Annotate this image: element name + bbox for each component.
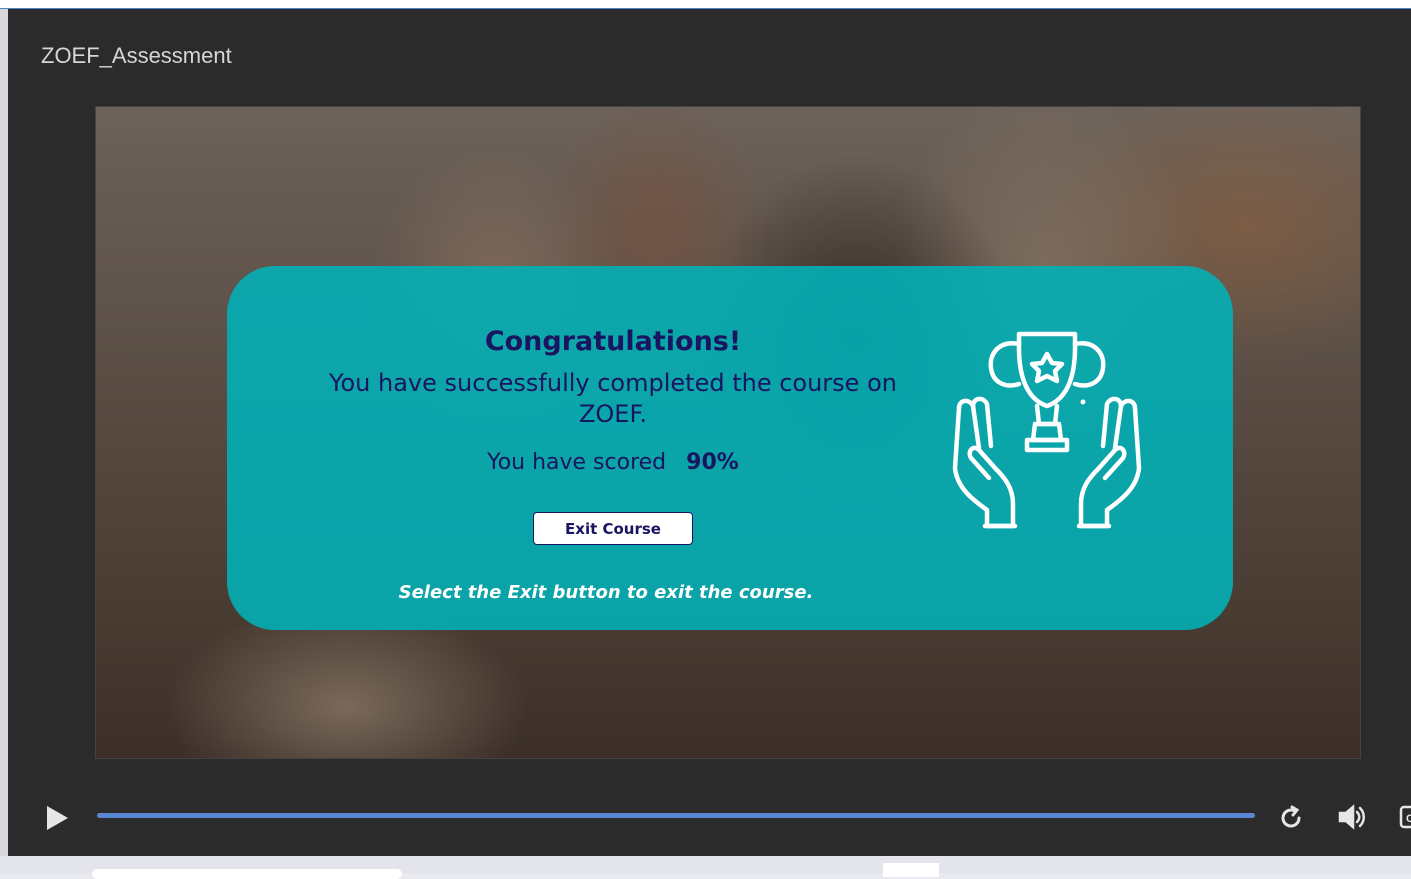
congratulations-heading: Congratulations!	[484, 326, 742, 357]
closed-captions-icon[interactable]: CC	[1399, 804, 1411, 830]
browser-top-edge	[0, 0, 1411, 9]
completion-card: Congratulations! You have successfully c…	[227, 266, 1233, 630]
course-title: ZOEF_Assessment	[41, 43, 232, 68]
score-value: 90%	[686, 450, 739, 475]
exit-instruction: Select the Exit button to exit the cours…	[398, 582, 814, 603]
replay-icon[interactable]	[1278, 805, 1304, 831]
course-player: ZOEF_Assessment Congratulations! You hav…	[8, 9, 1411, 856]
score-label: You have scored	[487, 450, 667, 475]
taskbar-search[interactable]	[92, 869, 402, 879]
play-icon[interactable]	[44, 805, 70, 831]
completion-message: You have successfully completed the cour…	[329, 369, 897, 428]
progress-fill	[97, 813, 1255, 818]
score-row: You have scored 90%	[227, 450, 999, 475]
progress-bar[interactable]	[97, 813, 1255, 818]
exit-course-button[interactable]: Exit Course	[533, 512, 693, 545]
trophy-in-hands-icon	[952, 331, 1142, 529]
taskbar-item[interactable]	[883, 863, 939, 877]
volume-icon[interactable]	[1338, 803, 1368, 831]
captions-label: CC	[1406, 813, 1411, 825]
player-controls: CC	[16, 779, 1411, 859]
left-edge	[0, 9, 8, 856]
slide-area: Congratulations! You have successfully c…	[95, 106, 1361, 759]
